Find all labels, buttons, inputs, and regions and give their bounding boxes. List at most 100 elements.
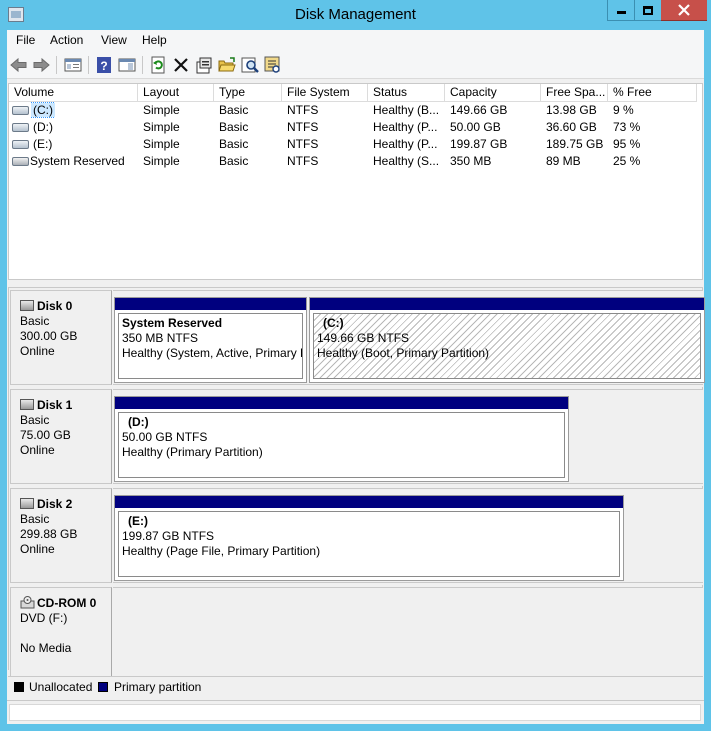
volume-name: System Reserved	[30, 154, 125, 168]
client-area: File Action View Help ? Volume Layout Ty…	[7, 30, 705, 724]
partition-status: Healthy (Page File, Primary Partition)	[122, 544, 321, 558]
volume-status: Healthy (P...	[373, 137, 438, 151]
column-header-status[interactable]: Status	[368, 84, 445, 102]
cd-rom-icon	[20, 596, 35, 609]
disk-type: Basic	[20, 314, 50, 328]
legend-unallocated-label: Unallocated	[29, 680, 93, 694]
column-header-layout[interactable]: Layout	[138, 84, 214, 102]
column-header-percent-free[interactable]: % Free	[608, 84, 697, 102]
partition-e[interactable]: (E:) 199.87 GB NTFS Healthy (Page File, …	[114, 495, 624, 581]
volume-file-system: NTFS	[287, 137, 319, 151]
volume-list[interactable]: Volume Layout Type File System Status Ca…	[8, 83, 703, 280]
column-header-volume[interactable]: Volume	[9, 84, 138, 102]
volume-capacity: 199.87 GB	[450, 137, 508, 151]
menu-bar: File Action View Help	[7, 30, 704, 51]
legend: Unallocated Primary partition	[8, 676, 703, 697]
volume-row-c[interactable]: (C:) Simple Basic NTFS Healthy (B... 149…	[9, 102, 704, 119]
partition-c[interactable]: (C:) 149.66 GB NTFS Healthy (Boot, Prima…	[309, 297, 705, 383]
column-header-free-space[interactable]: Free Spa...	[541, 84, 608, 102]
title-bar[interactable]: Disk Management	[0, 0, 711, 30]
properties-icon[interactable]	[194, 55, 214, 75]
volume-type: Basic	[219, 137, 249, 151]
volume-percent-free: 95 %	[613, 137, 641, 151]
disk-type: Basic	[20, 512, 50, 526]
partition-size: 350 MB NTFS	[122, 331, 199, 345]
disk-name: Disk 1	[37, 398, 73, 412]
partition-status: Healthy (Primary Partition)	[122, 445, 263, 459]
minimize-icon	[616, 11, 626, 14]
disk-label-disk-0[interactable]: Disk 0 Basic 300.00 GB Online	[10, 290, 112, 385]
volume-name: (C:)	[31, 102, 55, 118]
primary-partition-bar	[310, 298, 704, 310]
refresh-icon[interactable]	[148, 55, 168, 75]
delete-icon[interactable]	[171, 55, 191, 75]
volume-file-system: NTFS	[287, 103, 319, 117]
volume-row-e[interactable]: (E:) Simple Basic NTFS Healthy (P... 199…	[9, 136, 704, 153]
volume-free-space: 36.60 GB	[546, 120, 597, 134]
disk-area-disk-0: System Reserved 350 MB NTFS Healthy (Sys…	[113, 290, 705, 385]
volume-percent-free: 25 %	[613, 154, 641, 168]
primary-partition-bar	[115, 397, 568, 409]
forward-arrow-icon[interactable]	[31, 55, 51, 75]
disk-label-disk-2[interactable]: Disk 2 Basic 299.88 GB Online	[10, 488, 112, 583]
drive-icon	[12, 140, 29, 149]
rescan-disks-icon[interactable]	[263, 55, 283, 75]
close-button[interactable]	[661, 0, 707, 21]
column-header-capacity[interactable]: Capacity	[445, 84, 541, 102]
menu-help[interactable]: Help	[142, 33, 167, 47]
volume-free-space: 89 MB	[546, 154, 581, 168]
minimize-button[interactable]	[607, 0, 634, 21]
maximize-button[interactable]	[634, 0, 661, 21]
disk-name: Disk 2	[37, 497, 73, 511]
search-icon[interactable]	[240, 55, 260, 75]
disk-label-cdrom-0[interactable]: CD-ROM 0 DVD (F:) No Media	[10, 587, 112, 682]
partition-size: 149.66 GB NTFS	[317, 331, 410, 345]
status-field	[9, 704, 701, 721]
show-hide-console-tree-icon[interactable]	[63, 55, 83, 75]
properties-pane-icon[interactable]	[117, 55, 137, 75]
volume-layout: Simple	[143, 103, 180, 117]
primary-partition-bar	[115, 496, 623, 508]
back-arrow-icon[interactable]	[9, 55, 29, 75]
volume-row-d[interactable]: (D:) Simple Basic NTFS Healthy (P... 50.…	[9, 119, 704, 136]
open-folder-icon[interactable]	[217, 55, 237, 75]
volume-capacity: 149.66 GB	[450, 103, 508, 117]
disk-name: Disk 0	[37, 299, 73, 313]
partition-size: 50.00 GB NTFS	[122, 430, 208, 444]
disk-label-disk-1[interactable]: Disk 1 Basic 75.00 GB Online	[10, 389, 112, 484]
menu-action[interactable]: Action	[50, 33, 83, 47]
primary-partition-bar	[115, 298, 306, 310]
menu-file[interactable]: File	[16, 33, 35, 47]
volume-percent-free: 9 %	[613, 103, 634, 117]
disk-area-disk-2: (E:) 199.87 GB NTFS Healthy (Page File, …	[113, 488, 703, 583]
disk-state: Online	[20, 344, 55, 358]
menu-view[interactable]: View	[101, 33, 127, 47]
disk-row-cdrom-0: CD-ROM 0 DVD (F:) No Media	[9, 587, 704, 684]
volume-status: Healthy (B...	[373, 103, 440, 117]
status-bar	[7, 700, 704, 722]
volume-file-system: NTFS	[287, 120, 319, 134]
partition-d[interactable]: (D:) 50.00 GB NTFS Healthy (Primary Part…	[114, 396, 569, 482]
volume-row-system-reserved[interactable]: System Reserved Simple Basic NTFS Health…	[9, 153, 704, 170]
volume-layout: Simple	[143, 120, 180, 134]
disk-row-disk-1: Disk 1 Basic 75.00 GB Online (D:) 50.00 …	[9, 389, 704, 486]
partition-body-selected: (C:) 149.66 GB NTFS Healthy (Boot, Prima…	[313, 313, 701, 379]
svg-text:?: ?	[100, 59, 107, 73]
volume-status: Healthy (S...	[373, 154, 440, 168]
help-icon[interactable]: ?	[94, 55, 114, 75]
disk-graphical-view: Disk 0 Basic 300.00 GB Online System Res…	[8, 287, 705, 684]
partition-name: (C:)	[323, 316, 344, 330]
partition-status: Healthy (Boot, Primary Partition)	[317, 346, 490, 360]
column-header-file-system[interactable]: File System	[282, 84, 368, 102]
partition-body: (E:) 199.87 GB NTFS Healthy (Page File, …	[118, 511, 620, 577]
column-header-type[interactable]: Type	[214, 84, 282, 102]
toolbar-separator	[56, 56, 57, 74]
volume-status: Healthy (P...	[373, 120, 438, 134]
disk-state: No Media	[20, 641, 72, 655]
primary-partition-swatch	[98, 682, 108, 692]
partition-system-reserved[interactable]: System Reserved 350 MB NTFS Healthy (Sys…	[114, 297, 307, 383]
volume-type: Basic	[219, 154, 249, 168]
partition-name: (E:)	[128, 514, 148, 528]
drive-icon	[12, 106, 29, 115]
